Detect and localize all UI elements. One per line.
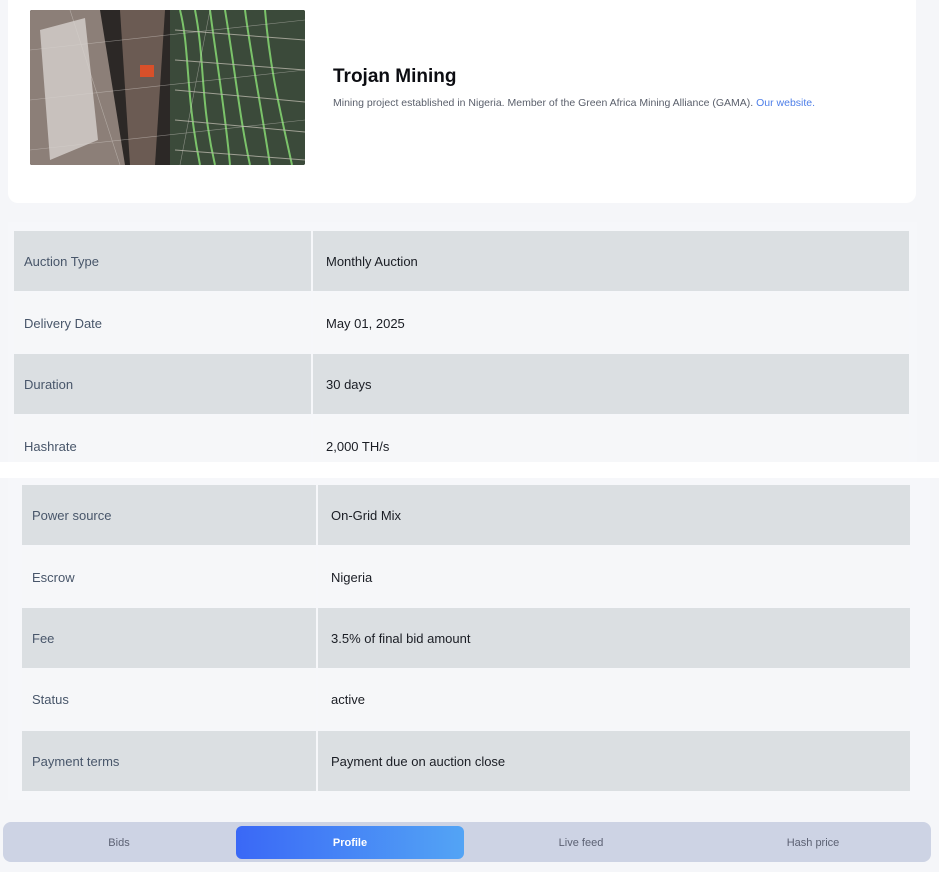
row-value: On-Grid Mix bbox=[318, 485, 910, 545]
project-description-text: Mining project established in Nigeria. M… bbox=[333, 97, 754, 109]
row-key: Duration bbox=[14, 354, 311, 414]
tab-hash-price[interactable]: Hash price bbox=[699, 826, 927, 859]
tab-profile[interactable]: Profile bbox=[236, 826, 464, 859]
row-key: Power source bbox=[22, 485, 316, 545]
row-key: Payment terms bbox=[22, 731, 316, 791]
row-value: Nigeria bbox=[318, 547, 910, 607]
project-description: Mining project established in Nigeria. M… bbox=[333, 97, 815, 109]
details-table-top: Auction Type Monthly Auction Delivery Da… bbox=[8, 222, 917, 462]
details-table-bottom: Power source On-Grid Mix Escrow Nigeria … bbox=[8, 478, 930, 800]
row-key: Hashrate bbox=[14, 416, 311, 462]
row-value: May 01, 2025 bbox=[313, 293, 909, 353]
section-divider bbox=[0, 462, 939, 478]
table-row: Escrow Nigeria bbox=[22, 547, 910, 607]
project-title: Trojan Mining bbox=[333, 66, 457, 87]
table-row: Duration 30 days bbox=[14, 354, 909, 414]
website-link[interactable]: Our website. bbox=[756, 97, 815, 109]
tab-live-feed[interactable]: Live feed bbox=[467, 826, 695, 859]
row-key: Fee bbox=[22, 608, 316, 668]
row-value: Payment due on auction close bbox=[318, 731, 910, 791]
row-key: Auction Type bbox=[14, 231, 311, 291]
row-value: active bbox=[318, 669, 910, 729]
table-row: Power source On-Grid Mix bbox=[22, 485, 910, 545]
row-key: Status bbox=[22, 669, 316, 729]
row-value: 30 days bbox=[313, 354, 909, 414]
row-value: 2,000 TH/s bbox=[313, 416, 909, 462]
table-row: Hashrate 2,000 TH/s bbox=[14, 416, 909, 462]
row-key: Escrow bbox=[22, 547, 316, 607]
row-value: 3.5% of final bid amount bbox=[318, 608, 910, 668]
project-header-card: Trojan Mining Mining project established… bbox=[8, 0, 916, 203]
table-row: Delivery Date May 01, 2025 bbox=[14, 293, 909, 353]
table-row: Fee 3.5% of final bid amount bbox=[22, 608, 910, 668]
tab-bids[interactable]: Bids bbox=[5, 826, 233, 859]
table-row: Payment terms Payment due on auction clo… bbox=[22, 731, 910, 791]
row-value: Monthly Auction bbox=[313, 231, 909, 291]
bottom-tab-bar: Bids Profile Live feed Hash price bbox=[3, 822, 931, 862]
project-image bbox=[30, 10, 305, 165]
row-key: Delivery Date bbox=[14, 293, 311, 353]
table-row: Auction Type Monthly Auction bbox=[14, 231, 909, 291]
table-row: Status active bbox=[22, 669, 910, 729]
